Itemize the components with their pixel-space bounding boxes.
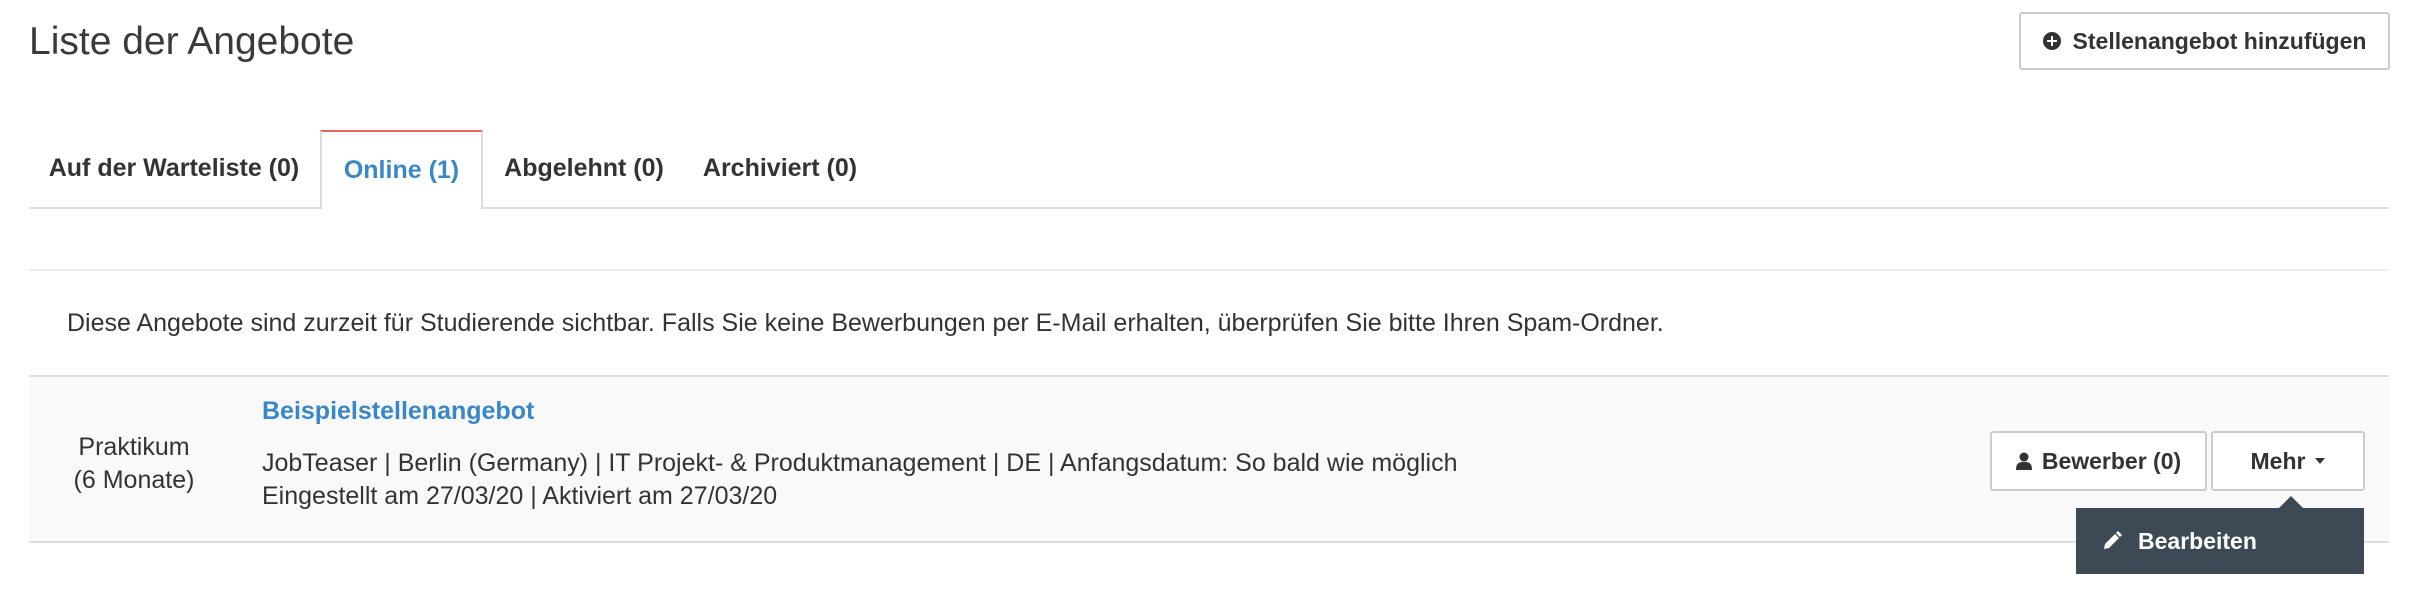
more-dropdown-button[interactable]: Mehr <box>2211 431 2365 491</box>
caret-down-icon <box>2315 458 2326 464</box>
tab-rejected-label: Abgelehnt (0) <box>504 154 664 182</box>
offer-duration-label: (6 Monate) <box>73 466 195 494</box>
tab-rejected[interactable]: Abgelehnt (0) <box>484 130 684 207</box>
tab-waitlist[interactable]: Auf der Warteliste (0) <box>29 130 319 207</box>
tab-online[interactable]: Online (1) <box>320 130 483 209</box>
pencil-icon <box>2102 531 2122 551</box>
plus-circle-icon <box>2042 32 2061 50</box>
tab-waitlist-label: Auf der Warteliste (0) <box>48 154 300 182</box>
dropdown-arrow <box>2279 496 2303 508</box>
offer-row: Praktikum (6 Monate) Beispielstellenange… <box>29 375 2389 543</box>
tab-bar: Auf der Warteliste (0) Online (1) Abgele… <box>29 130 2389 209</box>
offer-type-label: Praktikum <box>78 433 190 461</box>
page-title: Liste der Angebote <box>29 20 355 63</box>
user-icon <box>2015 452 2032 470</box>
more-button-label: Mehr <box>2250 447 2306 474</box>
applicants-button[interactable]: Bewerber (0) <box>1990 431 2207 491</box>
more-dropdown-menu: Bearbeiten <box>2076 496 2364 574</box>
tab-archived-label: Archiviert (0) <box>702 154 858 182</box>
offer-details: JobTeaser | Berlin (Germany) | IT Projek… <box>262 447 1458 513</box>
offer-type: Praktikum (6 Monate) <box>29 431 239 497</box>
offers-panel: Diese Angebote sind zurzeit für Studiere… <box>29 269 2389 546</box>
dropdown-item-edit[interactable]: Bearbeiten <box>2076 508 2364 574</box>
offer-meta-line: JobTeaser | Berlin (Germany) | IT Projek… <box>262 449 1458 477</box>
tab-archived[interactable]: Archiviert (0) <box>685 130 875 207</box>
page: Liste der Angebote Stellenangebot hinzuf… <box>0 0 2412 596</box>
dropdown-item-edit-label: Bearbeiten <box>2138 527 2257 554</box>
offer-title-link[interactable]: Beispielstellenangebot <box>262 397 534 426</box>
visibility-info-text: Diese Angebote sind zurzeit für Studiere… <box>67 309 1664 337</box>
applicants-button-label: Bewerber (0) <box>2041 447 2182 474</box>
offer-dates-line: Eingestellt am 27/03/20 | Aktiviert am 2… <box>262 482 778 510</box>
add-job-offer-button[interactable]: Stellenangebot hinzufügen <box>2019 12 2390 70</box>
tab-online-label: Online (1) <box>343 156 460 184</box>
add-job-offer-label: Stellenangebot hinzufügen <box>2072 27 2367 54</box>
